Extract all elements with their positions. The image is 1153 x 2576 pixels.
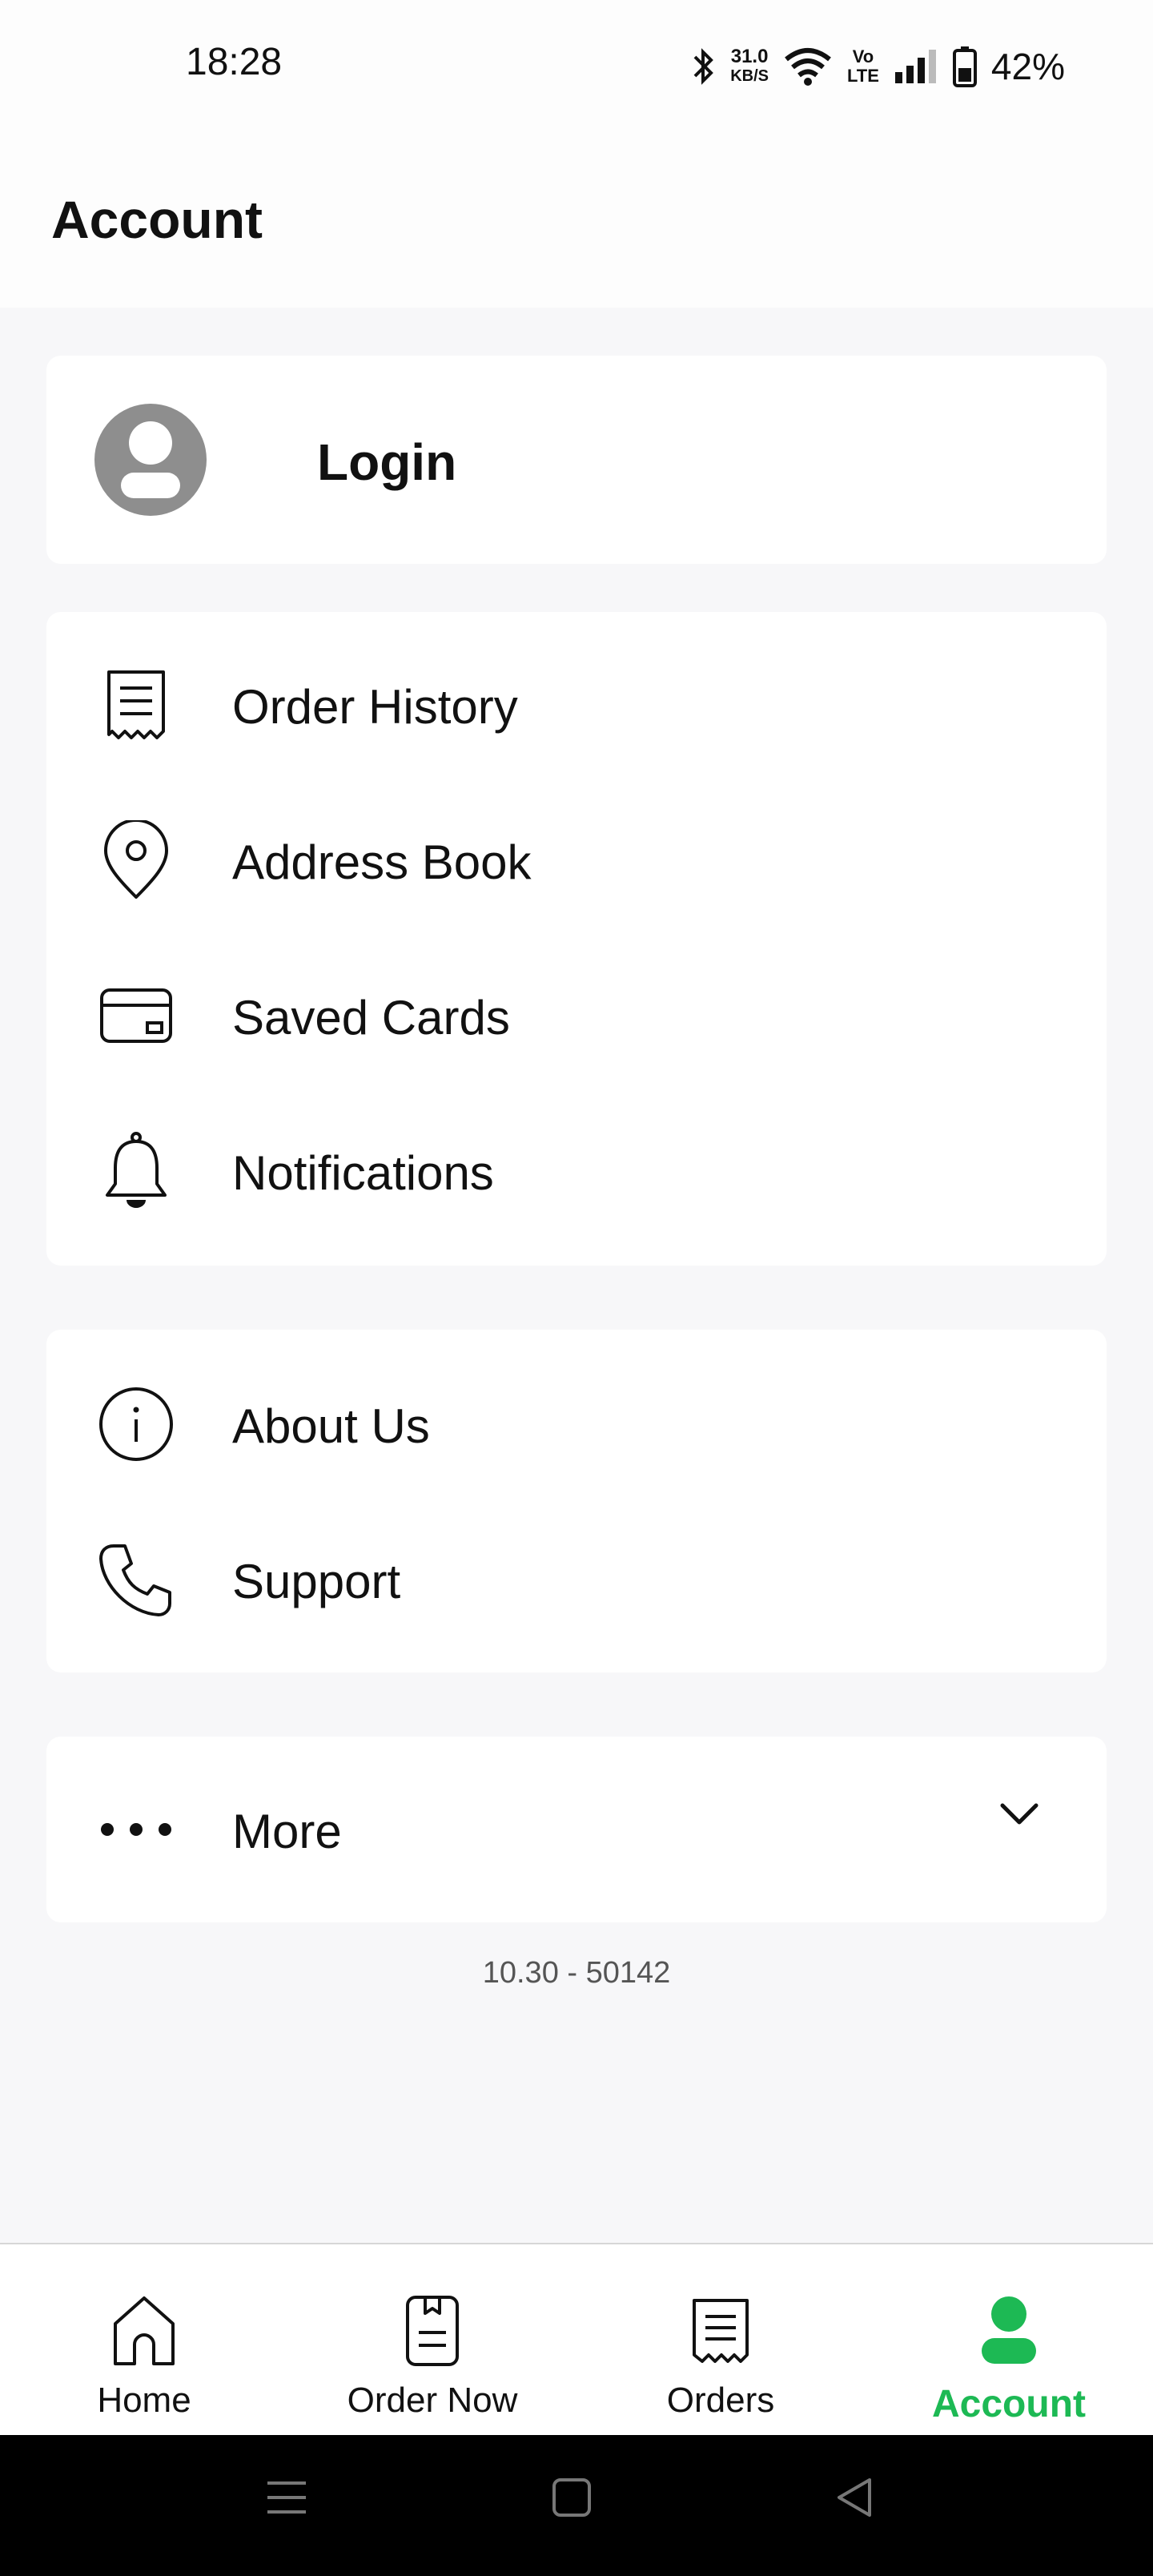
menu-item-label: Saved Cards xyxy=(232,991,510,1044)
receipt-icon xyxy=(96,665,176,745)
net-speed-value: 31.0 xyxy=(730,46,769,67)
nav-label: Order Now xyxy=(347,2381,518,2420)
order-now-icon xyxy=(392,2291,472,2371)
location-pin-icon xyxy=(96,820,176,900)
chevron-down-icon[interactable] xyxy=(999,1802,1039,1830)
home-icon xyxy=(104,2291,184,2371)
status-icons: 31.0 KB/S Vo LTE 42% xyxy=(692,38,1065,95)
menu-item-label: Order History xyxy=(232,680,518,734)
volte-bottom: LTE xyxy=(847,66,879,86)
nav-item-account[interactable]: Account xyxy=(865,2244,1153,2437)
menu-item-label: Support xyxy=(232,1555,401,1608)
menu-item-address-book[interactable]: Address Book xyxy=(46,782,1107,937)
orders-receipt-icon xyxy=(681,2291,761,2371)
account-icon xyxy=(969,2291,1049,2371)
phone-icon xyxy=(96,1540,176,1620)
dots-icon xyxy=(96,1789,176,1870)
more-label: More xyxy=(232,1805,342,1858)
volte-icon: Vo LTE xyxy=(847,47,879,86)
menu-item-more[interactable]: More xyxy=(46,1751,1107,1906)
system-nav-bar xyxy=(0,2435,1153,2576)
menu-item-support[interactable]: Support xyxy=(46,1501,1107,1656)
login-card[interactable]: Login xyxy=(46,356,1107,564)
more-card[interactable]: More xyxy=(46,1737,1107,1922)
menu-item-order-history[interactable]: Order History xyxy=(46,626,1107,782)
info-menu-card: About Us Support xyxy=(46,1330,1107,1672)
nav-label: Orders xyxy=(666,2381,775,2420)
net-speed-unit: KB/S xyxy=(730,67,769,85)
nav-item-orders[interactable]: Orders xyxy=(576,2244,865,2437)
menu-item-label: Address Book xyxy=(232,835,532,889)
login-label: Login xyxy=(317,433,457,491)
battery-percent: 42% xyxy=(990,46,1065,87)
menu-item-about-us[interactable]: About Us xyxy=(46,1346,1107,1501)
page-header: Account xyxy=(0,136,1153,308)
account-menu-card: Order History Address Book Saved Cards N… xyxy=(46,612,1107,1266)
status-bar: 18:28 31.0 KB/S Vo LTE 42% xyxy=(0,0,1153,136)
menu-item-saved-cards[interactable]: Saved Cards xyxy=(46,937,1107,1093)
bell-icon xyxy=(96,1131,176,1211)
battery-icon xyxy=(952,46,977,87)
net-speed: 31.0 KB/S xyxy=(730,47,769,86)
nav-item-home[interactable]: Home xyxy=(0,2244,288,2437)
status-time: 18:28 xyxy=(186,41,283,83)
nav-label: Account xyxy=(932,2383,1086,2425)
app-version: 10.30 - 50142 xyxy=(482,1956,671,1990)
menu-item-label: About Us xyxy=(232,1399,430,1453)
nav-item-order-now[interactable]: Order Now xyxy=(288,2244,576,2437)
home-square-icon[interactable] xyxy=(549,2475,594,2524)
menu-item-label: Notifications xyxy=(232,1146,494,1200)
nav-label: Home xyxy=(97,2381,191,2420)
credit-card-icon xyxy=(96,976,176,1056)
page-title: Account xyxy=(51,190,263,249)
volte-top: Vo xyxy=(852,46,874,66)
bluetooth-icon xyxy=(692,46,716,87)
wifi-icon xyxy=(783,46,833,87)
menu-item-notifications[interactable]: Notifications xyxy=(46,1093,1107,1248)
avatar-icon xyxy=(94,404,207,516)
signal-icon xyxy=(894,48,938,85)
menu-icon[interactable] xyxy=(264,2475,309,2524)
info-icon xyxy=(96,1384,176,1464)
bottom-nav: Home Order Now Orders Account xyxy=(0,2243,1153,2437)
back-icon[interactable] xyxy=(833,2475,878,2524)
